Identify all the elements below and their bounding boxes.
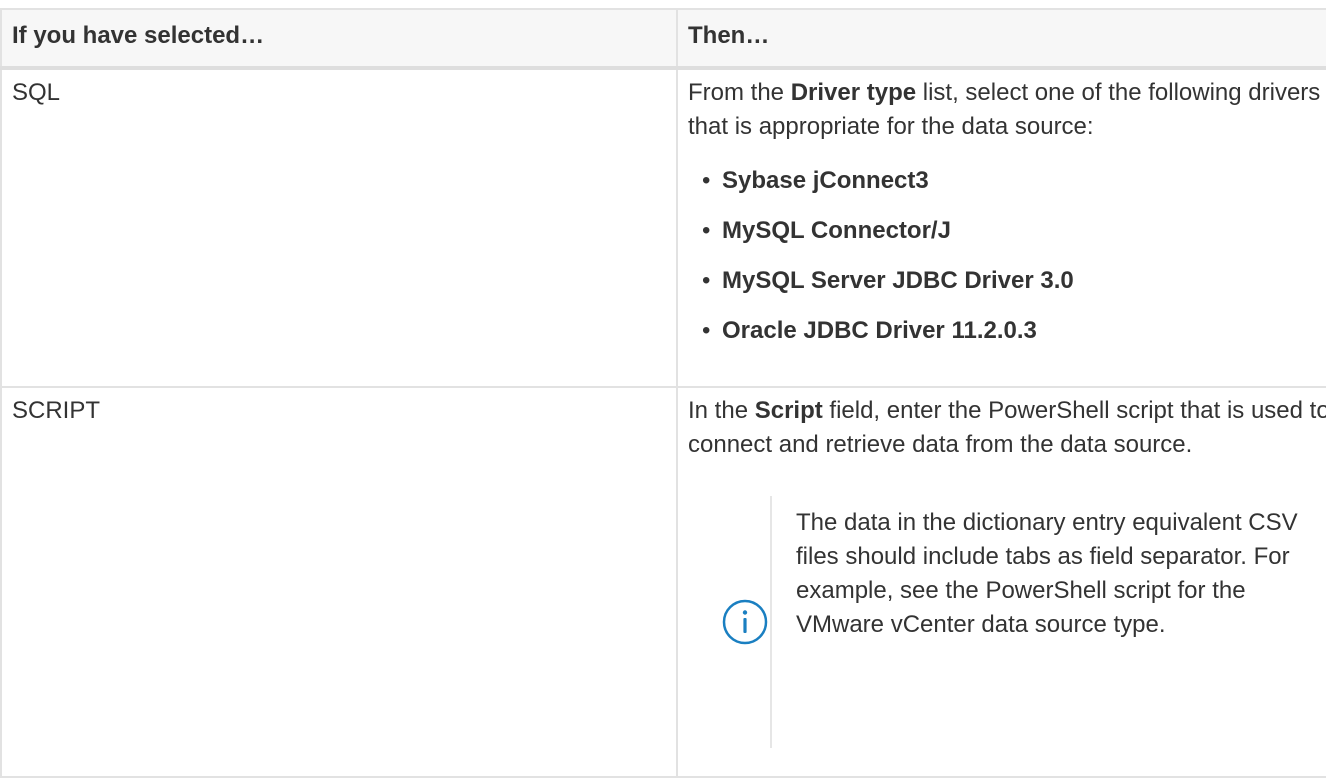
table-row-sql: SQL From the Driver type list, select on… [0, 67, 1326, 388]
note-icon-column [720, 496, 772, 748]
driver-item-mysql-server: MySQL Server JDBC Driver 3.0 [702, 264, 1326, 298]
table-header-row: If you have selected… Then… [0, 8, 1326, 70]
sql-intro-pre: From the [688, 79, 791, 106]
sql-instructions: From the Driver type list, select one of… [688, 76, 1326, 144]
info-icon [722, 599, 768, 645]
table-row-script: SCRIPT In the Script field, enter the Po… [0, 386, 1326, 778]
column-header-selected: If you have selected… [0, 8, 678, 70]
sql-instructions-cell: From the Driver type list, select one of… [676, 67, 1326, 388]
note-text: The data in the dictionary entry equival… [796, 509, 1298, 638]
script-field-term: Script [754, 397, 823, 424]
driver-item-oracle: Oracle JDBC Driver 11.2.0.3 [702, 314, 1326, 348]
column-header-then: Then… [676, 8, 1326, 70]
sql-label: SQL [12, 79, 61, 106]
driver-list: Sybase jConnect3 MySQL Connector/J MySQL… [688, 164, 1326, 348]
script-label-cell: SCRIPT [0, 386, 678, 778]
sql-label-cell: SQL [0, 67, 678, 388]
selection-table: If you have selected… Then… SQL From the… [0, 8, 1326, 778]
info-note: The data in the dictionary entry equival… [720, 496, 1326, 748]
script-intro-pre: In the [688, 397, 755, 424]
script-instructions: In the Script field, enter the PowerShel… [688, 394, 1326, 462]
driver-item-sybase: Sybase jConnect3 [702, 164, 1326, 198]
driver-item-mysql-connector: MySQL Connector/J [702, 214, 1326, 248]
script-label: SCRIPT [12, 397, 101, 424]
script-instructions-cell: In the Script field, enter the PowerShel… [676, 386, 1326, 778]
driver-type-term: Driver type [790, 79, 917, 106]
